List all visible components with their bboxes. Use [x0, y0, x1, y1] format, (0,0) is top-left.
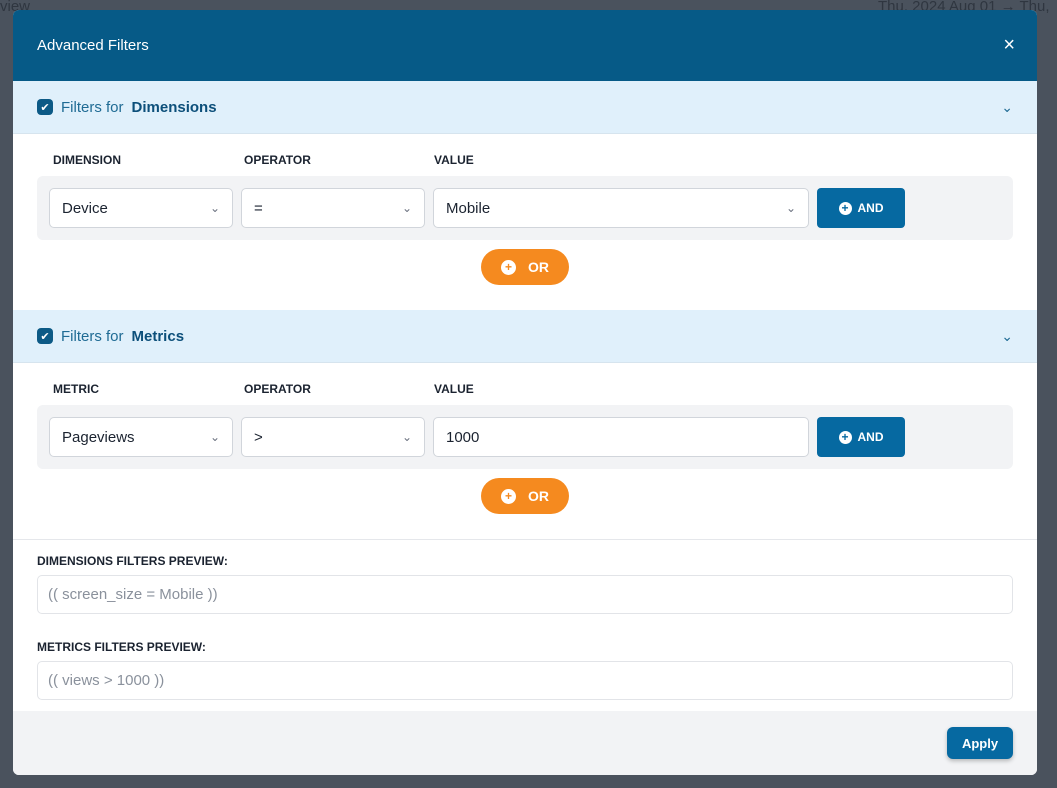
add-or-button[interactable]: + OR — [481, 249, 569, 285]
metric-select-value: Pageviews — [62, 428, 135, 446]
metrics-preview-label: METRICS FILTERS PREVIEW: — [37, 640, 206, 654]
dimensions-preview-label: DIMENSIONS FILTERS PREVIEW: — [37, 554, 228, 568]
operator-select[interactable]: = ⌄ — [241, 188, 425, 228]
dimension-select[interactable]: Device ⌄ — [49, 188, 233, 228]
metric-value-text: 1000 — [446, 428, 480, 446]
dimensions-preview-field[interactable]: (( screen_size = Mobile )) — [37, 575, 1013, 614]
metric-select[interactable]: Pageviews ⌄ — [49, 417, 233, 457]
add-and-button[interactable]: + AND — [817, 188, 905, 228]
value-column-label: VALUE — [434, 382, 474, 396]
metric-column-label: METRIC — [53, 382, 99, 396]
apply-button[interactable]: Apply — [947, 727, 1013, 759]
dimensions-prefix: Filters for — [61, 98, 124, 116]
chevron-down-icon: ⌄ — [785, 201, 796, 215]
metrics-preview-field[interactable]: (( views > 1000 )) — [37, 661, 1013, 700]
add-and-button[interactable]: + AND — [817, 417, 905, 457]
checkbox-checked-icon[interactable]: ✔ — [37, 328, 53, 344]
dimensions-title: Dimensions — [131, 98, 217, 116]
operator-select[interactable]: > ⌄ — [241, 417, 425, 457]
metric-filter-row: Pageviews ⌄ > ⌄ 1000 + AND — [37, 405, 1013, 469]
or-label: OR — [528, 488, 549, 504]
plus-circle-icon: + — [501, 488, 516, 504]
metrics-section-header[interactable]: ✔ Filters for Metrics ⌄ — [13, 310, 1037, 363]
modal-footer: Apply — [13, 711, 1037, 775]
modal-title: Advanced Filters — [37, 37, 149, 54]
chevron-down-icon: ⌄ — [209, 201, 220, 215]
dimension-column-label: DIMENSION — [53, 153, 122, 167]
or-label: OR — [528, 259, 549, 275]
value-select-value: Mobile — [446, 199, 491, 217]
close-icon[interactable]: × — [1003, 34, 1015, 57]
operator-column-label: OPERATOR — [244, 153, 311, 167]
metrics-title: Metrics — [131, 327, 185, 345]
and-label: AND — [857, 430, 884, 444]
operator-select-value: = — [254, 199, 263, 217]
dimensions-section-header[interactable]: ✔ Filters for Dimensions ⌄ — [13, 81, 1037, 134]
and-label: AND — [857, 201, 884, 215]
value-column-label: VALUE — [434, 153, 474, 167]
chevron-down-icon[interactable]: ⌄ — [1001, 99, 1013, 116]
advanced-filters-modal: Advanced Filters × ✔ Filters for Dimension… — [13, 10, 1037, 775]
add-or-button[interactable]: + OR — [481, 478, 569, 514]
plus-circle-icon: + — [838, 430, 852, 444]
chevron-down-icon: ⌄ — [401, 430, 412, 444]
metric-value-input[interactable]: 1000 — [433, 417, 809, 457]
modal-header: Advanced Filters × — [13, 10, 1037, 81]
checkbox-checked-icon[interactable]: ✔ — [37, 99, 53, 115]
plus-circle-icon: + — [501, 259, 516, 275]
metrics-prefix: Filters for — [61, 327, 124, 345]
dimension-select-value: Device — [62, 199, 108, 217]
chevron-down-icon: ⌄ — [209, 430, 220, 444]
operator-column-label: OPERATOR — [244, 382, 311, 396]
value-select[interactable]: Mobile ⌄ — [433, 188, 809, 228]
chevron-down-icon[interactable]: ⌄ — [1001, 328, 1013, 345]
dimension-filter-row: Device ⌄ = ⌄ Mobile ⌄ + AND — [37, 176, 1013, 240]
plus-circle-icon: + — [838, 201, 852, 215]
filters-preview: DIMENSIONS FILTERS PREVIEW: (( screen_si… — [13, 539, 1037, 700]
chevron-down-icon: ⌄ — [401, 201, 412, 215]
operator-select-value: > — [254, 428, 263, 446]
